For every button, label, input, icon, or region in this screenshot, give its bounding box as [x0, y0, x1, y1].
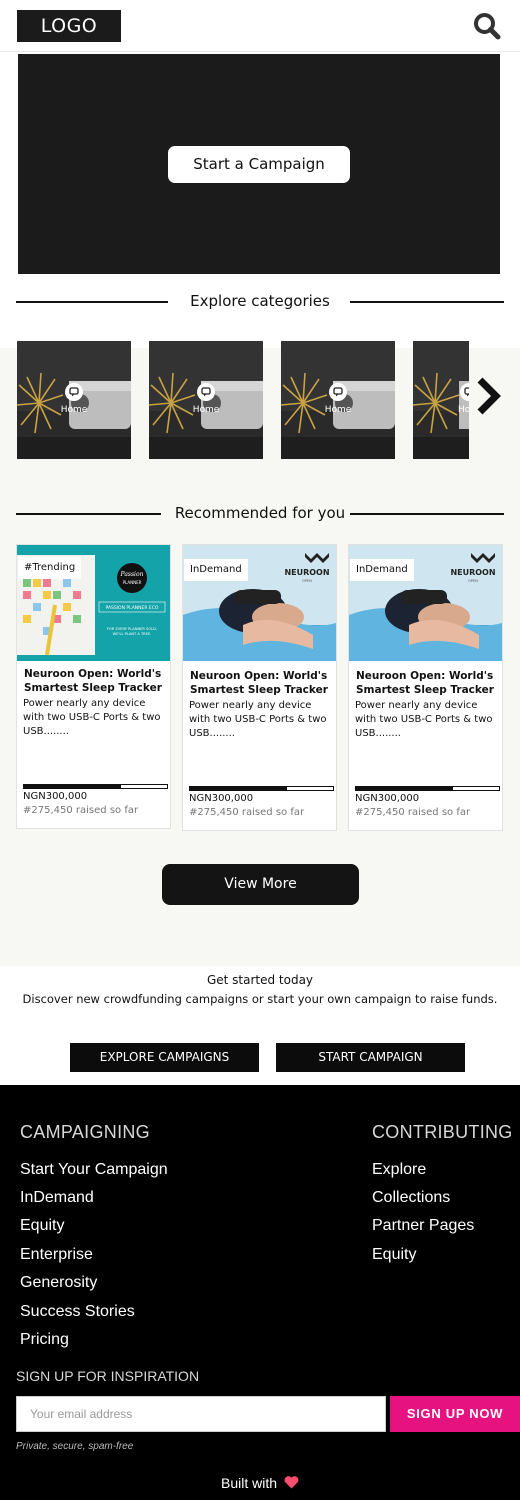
- chat-bubble-icon: [65, 383, 83, 401]
- footer-link-pricing[interactable]: Pricing: [20, 1331, 69, 1349]
- image-text: NEUROON: [284, 568, 329, 577]
- campaigning-heading: CAMPAIGNING: [20, 1122, 150, 1142]
- progress-fill: [190, 787, 288, 790]
- explore-categories-heading: Explore categories: [16, 291, 504, 311]
- project-description: Power nearly any device with two USB-C P…: [23, 698, 161, 737]
- category-card-home[interactable]: Home: [17, 341, 131, 459]
- start-campaign-button[interactable]: Start a Campaign: [168, 146, 350, 183]
- category-label: Home: [192, 405, 220, 415]
- project-title[interactable]: Neuroon Open: World's Smartest Sleep Tra…: [190, 669, 332, 697]
- project-title[interactable]: Neuroon Open: World's Smartest Sleep Tra…: [356, 669, 498, 697]
- amount-raised: #275,450 raised so far: [189, 807, 305, 818]
- footer-link-start-your-campaign[interactable]: Start Your Campaign: [20, 1161, 168, 1179]
- explore-campaigns-button[interactable]: EXPLORE CAMPAIGNS: [70, 1043, 259, 1072]
- signup-heading: SIGN UP FOR INSPIRATION: [16, 1368, 200, 1384]
- funding-goal: NGN300,000: [355, 793, 420, 804]
- progress-fill: [24, 785, 122, 788]
- chevron-right-icon[interactable]: [470, 372, 506, 420]
- category-card-home[interactable]: Home: [149, 341, 263, 459]
- built-with-text: Built with: [221, 1475, 278, 1491]
- footer-link-collections[interactable]: Collections: [372, 1189, 450, 1207]
- footer-link-enterprise[interactable]: Enterprise: [20, 1246, 93, 1264]
- chat-bubble-icon: [329, 383, 347, 401]
- indemand-tag: InDemand: [184, 559, 248, 581]
- image-text: PASSION PLANNER ECO: [106, 605, 159, 611]
- project-title[interactable]: Neuroon Open: World's Smartest Sleep Tra…: [24, 667, 166, 695]
- privacy-note: Private, secure, spam-free: [16, 1441, 134, 1452]
- project-description: Power nearly any device with two USB-C P…: [355, 700, 493, 739]
- top-header: LOGO: [0, 0, 520, 52]
- built-with: Built with: [0, 1475, 520, 1492]
- footer-link-indemand[interactable]: InDemand: [20, 1189, 94, 1207]
- category-card-home[interactable]: Home: [281, 341, 395, 459]
- logo[interactable]: LOGO: [17, 10, 121, 42]
- image-text: NEUROON: [450, 568, 495, 577]
- progress-fill: [356, 787, 454, 790]
- footer-link-equity-contrib[interactable]: Equity: [372, 1246, 416, 1264]
- image-text: FOR EVERY PLANNER SOLD,: [107, 627, 157, 631]
- view-more-button[interactable]: View More: [162, 864, 359, 905]
- start-campaign-cta-button[interactable]: START CAMPAIGN: [276, 1043, 465, 1072]
- recommended-heading: Recommended for you: [16, 503, 504, 523]
- image-text: PLANNER: [123, 580, 142, 585]
- chat-bubble-icon: [197, 383, 215, 401]
- project-card[interactable]: NEUROON OPEN InDemand Neuroon Open: Worl…: [182, 544, 337, 831]
- funding-progress-bar: [355, 786, 500, 791]
- footer-link-success-stories[interactable]: Success Stories: [20, 1303, 135, 1321]
- site-footer: CAMPAIGNING Start Your Campaign InDemand…: [0, 1085, 520, 1500]
- image-text: OPEN: [302, 579, 312, 583]
- search-icon[interactable]: [472, 11, 502, 41]
- divider-line: [350, 301, 504, 303]
- email-input[interactable]: [16, 1396, 386, 1432]
- category-card-home[interactable]: Ho: [413, 341, 469, 459]
- footer-link-generosity[interactable]: Generosity: [20, 1274, 97, 1292]
- footer-link-explore[interactable]: Explore: [372, 1161, 426, 1179]
- chat-bubble-icon: [460, 383, 469, 401]
- funding-progress-bar: [23, 784, 168, 789]
- image-text: WE'LL PLANT A TREE.: [113, 632, 152, 636]
- image-text: Passion: [120, 571, 144, 578]
- sign-up-now-button[interactable]: SIGN UP NOW: [390, 1396, 520, 1432]
- amount-raised: #275,450 raised so far: [355, 807, 471, 818]
- amount-raised: #275,450 raised so far: [23, 805, 139, 816]
- heart-icon: [284, 1476, 299, 1492]
- get-started-subtitle: Discover new crowdfunding campaigns or s…: [22, 992, 498, 1006]
- project-card[interactable]: Passion PLANNER PASSION PLANNER ECO FOR …: [16, 544, 171, 829]
- funding-goal: NGN300,000: [189, 793, 254, 804]
- footer-link-partner-pages[interactable]: Partner Pages: [372, 1217, 474, 1235]
- hero-banner: Start a Campaign: [18, 54, 500, 274]
- category-label: Home: [324, 405, 352, 415]
- category-label: Ho: [458, 405, 469, 415]
- contributing-heading: CONTRIBUTING: [372, 1122, 513, 1142]
- funding-goal: NGN300,000: [23, 791, 88, 802]
- trending-tag: #Trending: [18, 557, 82, 579]
- footer-link-equity[interactable]: Equity: [20, 1217, 64, 1235]
- project-description: Power nearly any device with two USB-C P…: [189, 700, 327, 739]
- get-started-title: Get started today: [206, 973, 314, 987]
- divider-line: [350, 513, 504, 515]
- image-text: OPEN: [468, 579, 478, 583]
- indemand-tag: InDemand: [350, 559, 414, 581]
- project-card[interactable]: NEUROON OPEN InDemand Neuroon Open: Worl…: [348, 544, 503, 831]
- category-label: Home: [60, 405, 88, 415]
- funding-progress-bar: [189, 786, 334, 791]
